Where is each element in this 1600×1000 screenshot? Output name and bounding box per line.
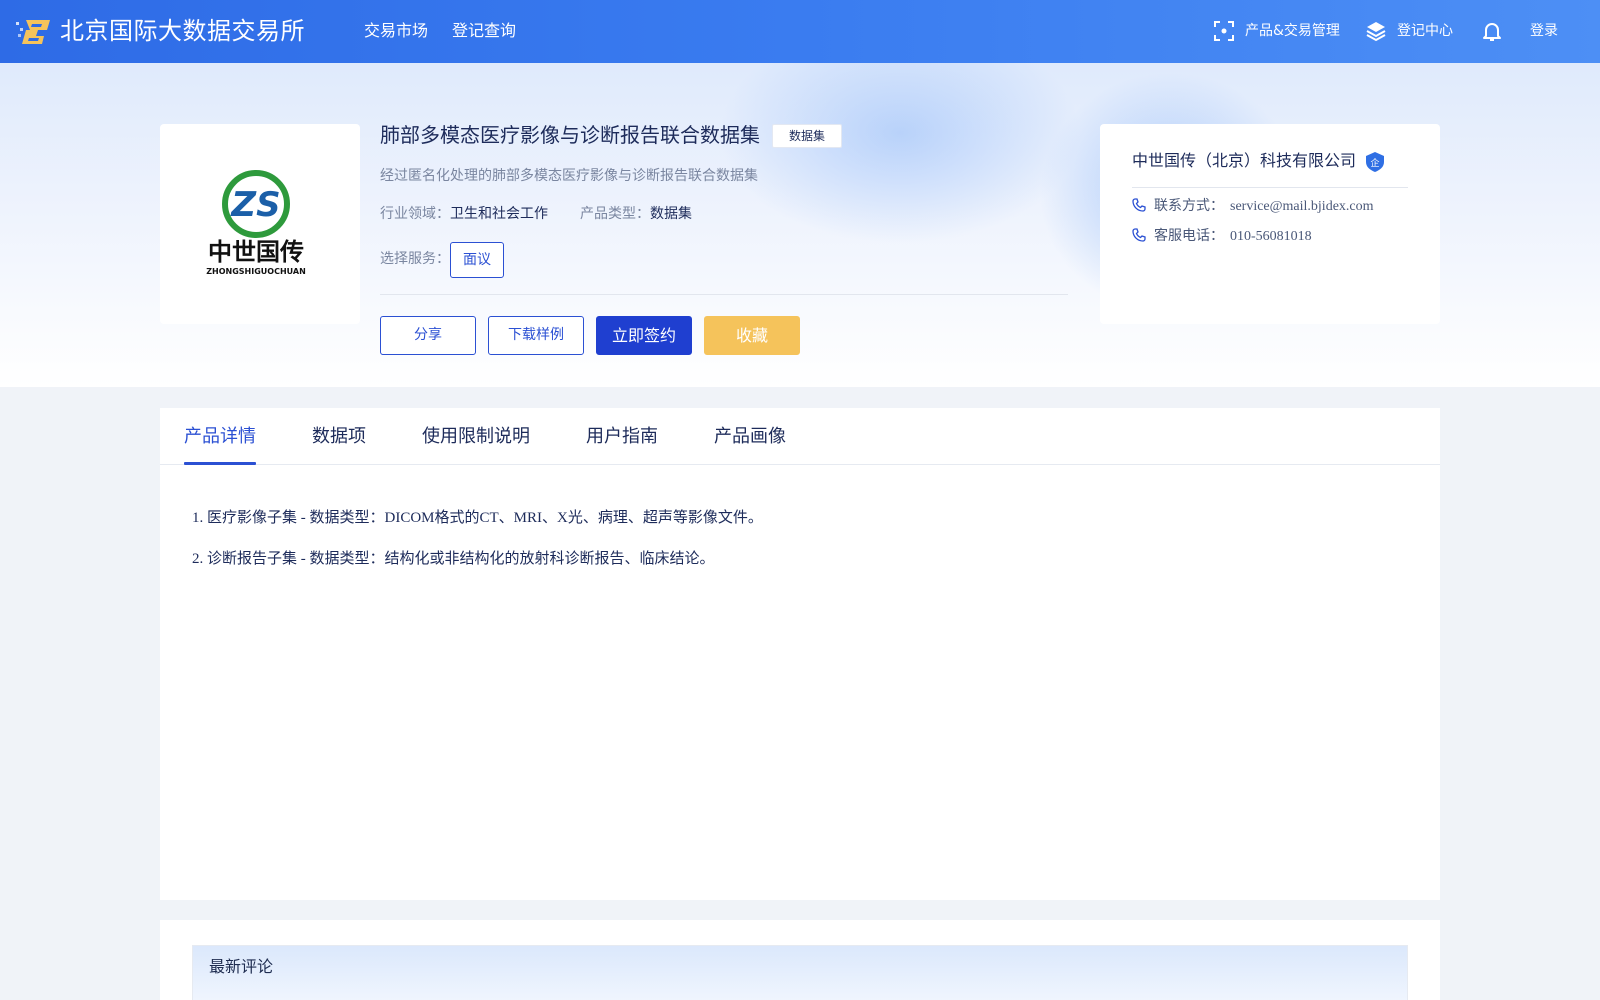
- divider: [380, 294, 1068, 295]
- phone-icon: [1132, 198, 1146, 212]
- register-center-link[interactable]: 登记中心: [1397, 20, 1453, 42]
- divider: [1132, 187, 1408, 188]
- decorative-blob: [720, 63, 1080, 243]
- service-option-negotiable[interactable]: 面议: [450, 242, 504, 278]
- company-card: 中世国传（北京）科技有限公司 企 联系方式： service@mail.bjide…: [1100, 124, 1440, 324]
- comments-section: 最新评论: [160, 920, 1440, 1000]
- industry-value: 卫生和社会工作: [450, 206, 548, 222]
- layers-icon[interactable]: [1365, 20, 1387, 42]
- phone-icon: [1132, 228, 1146, 242]
- site-title[interactable]: 北京国际大数据交易所: [60, 15, 305, 47]
- product-type-label: 产品类型：: [580, 206, 650, 222]
- tab-product-profile[interactable]: 产品画像: [714, 424, 786, 450]
- download-sample-button[interactable]: 下载样例: [488, 316, 584, 355]
- logo-subtext: ZHONGSHIGUOCHUAN: [206, 267, 306, 276]
- tab-user-guide[interactable]: 用户指南: [586, 424, 658, 450]
- company-name[interactable]: 中世国传（北京）科技有限公司: [1132, 150, 1356, 172]
- favorite-button[interactable]: 收藏: [704, 316, 800, 355]
- detail-item: 1. 医疗影像子集 - 数据类型：DICOM格式的CT、MRI、X光、病理、超声…: [192, 510, 763, 526]
- contact-email-row: 联系方式： service@mail.bjidex.com: [1132, 196, 1374, 217]
- industry-field: 行业领域：卫生和社会工作: [380, 204, 548, 224]
- top-nav-bar: 北京国际大数据交易所 交易市场 登记查询 产品&交易管理 登记中心 登录: [0, 0, 1600, 63]
- service-phone-row: 客服电话： 010-56081018: [1132, 226, 1312, 247]
- product-title: 肺部多模态医疗影像与诊断报告联合数据集: [380, 123, 760, 147]
- contact-label: 联系方式：: [1154, 198, 1224, 214]
- provider-logo-card: ZS 中世国传 ZHONGSHIGUOCHUAN: [160, 124, 360, 324]
- svg-text:企: 企: [1370, 157, 1379, 169]
- enterprise-verified-icon: 企: [1366, 152, 1384, 172]
- detail-tabs: 产品详情 数据项 使用限制说明 用户指南 产品画像: [160, 408, 1440, 465]
- scan-icon[interactable]: [1213, 20, 1235, 42]
- comments-header: 最新评论: [192, 945, 1408, 1000]
- service-label: 选择服务：: [380, 251, 450, 267]
- active-tab-indicator: [184, 462, 256, 465]
- tab-data-items[interactable]: 数据项: [312, 424, 366, 450]
- product-type-value: 数据集: [650, 206, 692, 222]
- bell-icon[interactable]: [1481, 20, 1503, 42]
- logo-text: 中世国传: [208, 238, 304, 266]
- login-link[interactable]: 登录: [1530, 20, 1558, 42]
- product-trade-mgmt-link[interactable]: 产品&交易管理: [1245, 20, 1340, 42]
- nav-trade-market[interactable]: 交易市场: [364, 20, 428, 42]
- phone-label: 客服电话：: [1154, 228, 1224, 244]
- tab-usage-restrictions[interactable]: 使用限制说明: [422, 424, 530, 450]
- logo-monogram: ZS: [230, 185, 280, 225]
- share-button[interactable]: 分享: [380, 316, 476, 355]
- comments-title: 最新评论: [209, 957, 274, 976]
- provider-logo: ZS 中世国传 ZHONGSHIGUOCHUAN: [206, 170, 306, 276]
- product-detail-panel: 产品详情 数据项 使用限制说明 用户指南 产品画像 1. 医疗影像子集 - 数据…: [160, 408, 1440, 900]
- product-type-field: 产品类型：数据集: [580, 204, 692, 224]
- product-type-tag: 数据集: [772, 124, 842, 148]
- phone-number: 010-56081018: [1230, 229, 1312, 244]
- detail-item: 2. 诊断报告子集 - 数据类型：结构化或非结构化的放射科诊断报告、临床结论。: [192, 551, 715, 567]
- product-description: 经过匿名化处理的肺部多模态医疗影像与诊断报告联合数据集: [380, 168, 758, 184]
- nav-registry-query[interactable]: 登记查询: [452, 20, 516, 42]
- industry-label: 行业领域：: [380, 206, 450, 222]
- sign-now-button[interactable]: 立即签约: [596, 316, 692, 355]
- contact-email[interactable]: service@mail.bjidex.com: [1230, 199, 1374, 214]
- tab-product-details[interactable]: 产品详情: [184, 424, 256, 450]
- brand-logo-icon[interactable]: [16, 16, 52, 46]
